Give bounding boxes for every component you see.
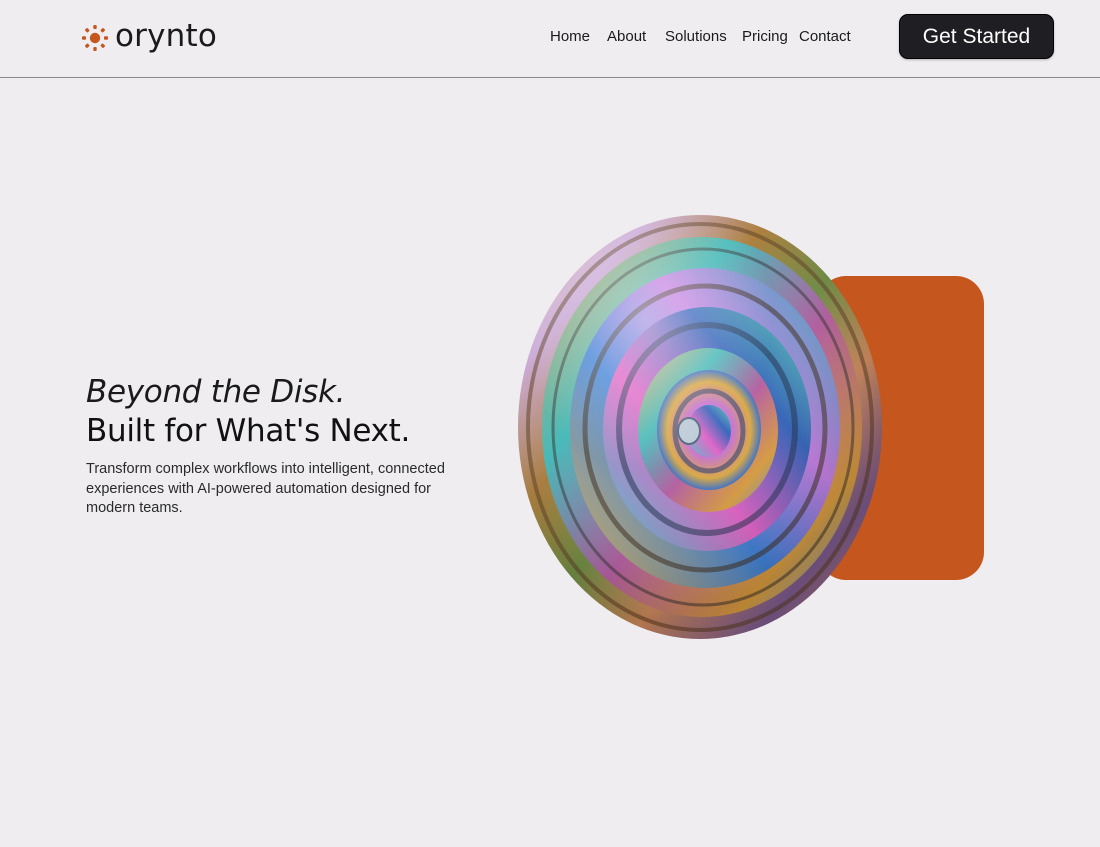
- site-header: orynto Home About Solutions Pricing Cont…: [0, 0, 1100, 78]
- iridescent-disk-image: [517, 214, 883, 640]
- hero-headline: Built for What's Next.: [86, 413, 411, 449]
- get-started-button[interactable]: Get Started: [899, 14, 1054, 59]
- landing-page: orynto Home About Solutions Pricing Cont…: [0, 0, 1100, 847]
- hero-description: Transform complex workflows into intelli…: [86, 461, 445, 516]
- nav-link-home[interactable]: Home: [550, 27, 590, 47]
- hero-copy: Beyond the Disk. Built for What's Next. …: [86, 372, 466, 519]
- nav-link-contact[interactable]: Contact: [799, 27, 851, 47]
- iridescent-disk-graphic: [518, 215, 882, 639]
- hero-headline-italic: Beyond the Disk.: [86, 374, 346, 410]
- nav-link-solutions[interactable]: Solutions: [665, 27, 727, 47]
- nav-link-pricing[interactable]: Pricing: [742, 27, 788, 47]
- nav-link-about[interactable]: About: [607, 27, 646, 47]
